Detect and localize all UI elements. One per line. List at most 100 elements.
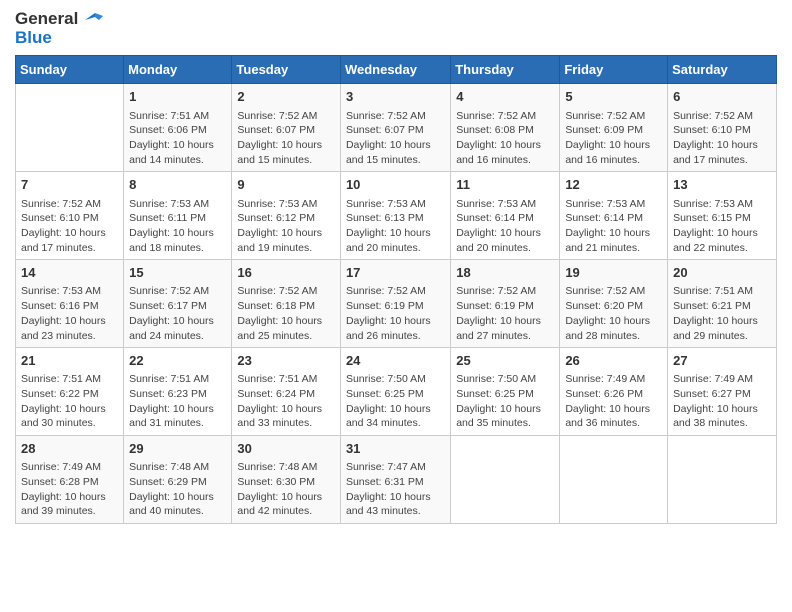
day-number: 19 [565, 264, 662, 282]
column-header-thursday: Thursday [451, 56, 560, 84]
day-number: 18 [456, 264, 554, 282]
day-cell: 15Sunrise: 7:52 AMSunset: 6:17 PMDayligh… [124, 260, 232, 348]
day-cell: 17 Sunrise: 7:52 AMSunset: 6:19 PMDayligh… [340, 260, 450, 348]
day-number: 28 [21, 440, 118, 458]
day-number: 27 [673, 352, 771, 370]
day-info: Sunrise: 7:50 AMSunset: 6:25 PMDaylight:… [346, 372, 445, 431]
day-cell [668, 436, 777, 524]
day-number: 11 [456, 176, 554, 194]
day-cell: 30 Sunrise: 7:48 AMSunset: 6:30 PMDayligh… [232, 436, 341, 524]
day-cell: 26 Sunrise: 7:49 AMSunset: 6:26 PMDayligh… [560, 348, 668, 436]
day-cell: 23 Sunrise: 7:51 AMSunset: 6:24 PMDayligh… [232, 348, 341, 436]
day-info: Sunrise: 7:48 AMSunset: 6:30 PMDaylight:… [237, 460, 335, 519]
day-cell: 25 Sunrise: 7:50 AMSunset: 6:25 PMDayligh… [451, 348, 560, 436]
day-info: Sunrise: 7:50 AMSunset: 6:25 PMDaylight:… [456, 372, 554, 431]
calendar-table: SundayMondayTuesdayWednesdayThursdayFrid… [15, 55, 777, 524]
column-header-friday: Friday [560, 56, 668, 84]
day-number: 21 [21, 352, 118, 370]
day-cell [560, 436, 668, 524]
day-info: Sunrise: 7:51 AMSunset: 6:22 PMDaylight:… [21, 372, 118, 431]
week-row-3: 14Sunrise: 7:53 AMSunset: 6:16 PMDayligh… [16, 260, 777, 348]
day-cell: 18 Sunrise: 7:52 AMSunset: 6:19 PMDayligh… [451, 260, 560, 348]
day-cell: 1 Sunrise: 7:51 AMSunset: 6:06 PMDaylight… [124, 84, 232, 172]
day-info: Sunrise: 7:52 AMSunset: 6:19 PMDaylight:… [456, 284, 554, 343]
day-info: Sunrise: 7:49 AMSunset: 6:28 PMDaylight:… [21, 460, 118, 519]
day-number: 17 [346, 264, 445, 282]
day-cell: 13 Sunrise: 7:53 AMSunset: 6:15 PMDayligh… [668, 172, 777, 260]
column-header-monday: Monday [124, 56, 232, 84]
day-cell: 10Sunrise: 7:53 AMSunset: 6:13 PMDayligh… [340, 172, 450, 260]
day-number: 31 [346, 440, 445, 458]
day-info: Sunrise: 7:52 AMSunset: 6:18 PMDaylight:… [237, 284, 335, 343]
day-info: Sunrise: 7:47 AMSunset: 6:31 PMDaylight:… [346, 460, 445, 519]
day-number: 5 [565, 88, 662, 106]
day-info: Sunrise: 7:53 AMSunset: 6:11 PMDaylight:… [129, 197, 226, 256]
day-number: 10 [346, 176, 445, 194]
day-cell: 21 Sunrise: 7:51 AMSunset: 6:22 PMDayligh… [16, 348, 124, 436]
day-info: Sunrise: 7:52 AMSunset: 6:08 PMDaylight:… [456, 109, 554, 168]
day-cell: 7Sunrise: 7:52 AMSunset: 6:10 PMDaylight… [16, 172, 124, 260]
day-info: Sunrise: 7:52 AMSunset: 6:09 PMDaylight:… [565, 109, 662, 168]
column-header-wednesday: Wednesday [340, 56, 450, 84]
column-header-saturday: Saturday [668, 56, 777, 84]
day-cell: 31 Sunrise: 7:47 AMSunset: 6:31 PMDayligh… [340, 436, 450, 524]
day-number: 7 [21, 176, 118, 194]
day-number: 20 [673, 264, 771, 282]
day-cell: 20 Sunrise: 7:51 AMSunset: 6:21 PMDayligh… [668, 260, 777, 348]
day-cell: 24 Sunrise: 7:50 AMSunset: 6:25 PMDayligh… [340, 348, 450, 436]
day-info: Sunrise: 7:48 AMSunset: 6:29 PMDaylight:… [129, 460, 226, 519]
day-cell: 2Sunrise: 7:52 AMSunset: 6:07 PMDaylight… [232, 84, 341, 172]
week-row-4: 21 Sunrise: 7:51 AMSunset: 6:22 PMDayligh… [16, 348, 777, 436]
day-number: 25 [456, 352, 554, 370]
day-info: Sunrise: 7:49 AMSunset: 6:27 PMDaylight:… [673, 372, 771, 431]
day-number: 30 [237, 440, 335, 458]
logo: General Blue [15, 10, 103, 47]
day-cell [16, 84, 124, 172]
day-info: Sunrise: 7:53 AMSunset: 6:14 PMDaylight:… [456, 197, 554, 256]
day-cell [451, 436, 560, 524]
day-info: Sunrise: 7:52 AMSunset: 6:19 PMDaylight:… [346, 284, 445, 343]
header-row: SundayMondayTuesdayWednesdayThursdayFrid… [16, 56, 777, 84]
day-cell: 27 Sunrise: 7:49 AMSunset: 6:27 PMDayligh… [668, 348, 777, 436]
day-number: 24 [346, 352, 445, 370]
day-cell: 22Sunrise: 7:51 AMSunset: 6:23 PMDayligh… [124, 348, 232, 436]
day-number: 8 [129, 176, 226, 194]
header: General Blue [15, 10, 777, 47]
day-info: Sunrise: 7:52 AMSunset: 6:07 PMDaylight:… [346, 109, 445, 168]
logo-text: General Blue [15, 10, 103, 47]
column-header-sunday: Sunday [16, 56, 124, 84]
day-info: Sunrise: 7:51 AMSunset: 6:06 PMDaylight:… [129, 109, 226, 168]
day-info: Sunrise: 7:52 AMSunset: 6:10 PMDaylight:… [673, 109, 771, 168]
column-header-tuesday: Tuesday [232, 56, 341, 84]
day-cell: 9 Sunrise: 7:53 AMSunset: 6:12 PMDaylight… [232, 172, 341, 260]
day-info: Sunrise: 7:51 AMSunset: 6:21 PMDaylight:… [673, 284, 771, 343]
day-info: Sunrise: 7:51 AMSunset: 6:24 PMDaylight:… [237, 372, 335, 431]
day-cell: 29 Sunrise: 7:48 AMSunset: 6:29 PMDayligh… [124, 436, 232, 524]
day-info: Sunrise: 7:49 AMSunset: 6:26 PMDaylight:… [565, 372, 662, 431]
day-number: 12 [565, 176, 662, 194]
day-cell: 4 Sunrise: 7:52 AMSunset: 6:08 PMDaylight… [451, 84, 560, 172]
day-number: 26 [565, 352, 662, 370]
day-number: 29 [129, 440, 226, 458]
day-number: 4 [456, 88, 554, 106]
day-cell: 28 Sunrise: 7:49 AMSunset: 6:28 PMDayligh… [16, 436, 124, 524]
day-number: 3 [346, 88, 445, 106]
week-row-2: 7Sunrise: 7:52 AMSunset: 6:10 PMDaylight… [16, 172, 777, 260]
day-cell: 19Sunrise: 7:52 AMSunset: 6:20 PMDayligh… [560, 260, 668, 348]
logo-bird-icon [85, 13, 103, 27]
day-number: 16 [237, 264, 335, 282]
day-info: Sunrise: 7:53 AMSunset: 6:16 PMDaylight:… [21, 284, 118, 343]
day-number: 15 [129, 264, 226, 282]
day-number: 13 [673, 176, 771, 194]
day-number: 22 [129, 352, 226, 370]
day-number: 9 [237, 176, 335, 194]
day-info: Sunrise: 7:53 AMSunset: 6:15 PMDaylight:… [673, 197, 771, 256]
day-number: 1 [129, 88, 226, 106]
day-info: Sunrise: 7:53 AMSunset: 6:14 PMDaylight:… [565, 197, 662, 256]
day-cell: 3 Sunrise: 7:52 AMSunset: 6:07 PMDaylight… [340, 84, 450, 172]
day-cell: 5 Sunrise: 7:52 AMSunset: 6:09 PMDaylight… [560, 84, 668, 172]
day-cell: 11 Sunrise: 7:53 AMSunset: 6:14 PMDayligh… [451, 172, 560, 260]
day-info: Sunrise: 7:52 AMSunset: 6:07 PMDaylight:… [237, 109, 335, 168]
day-number: 23 [237, 352, 335, 370]
day-info: Sunrise: 7:53 AMSunset: 6:12 PMDaylight:… [237, 197, 335, 256]
